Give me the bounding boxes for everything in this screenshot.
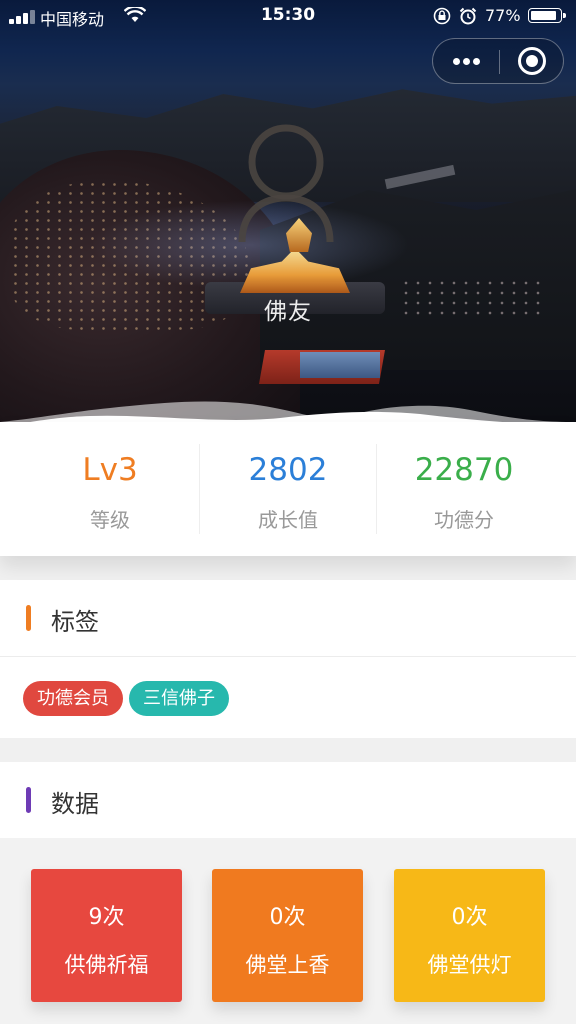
orientation-lock-icon: [433, 7, 451, 25]
tile-count: 0次: [451, 905, 488, 930]
banner-wave-decoration: [0, 401, 576, 422]
section-title: 数据: [51, 790, 99, 818]
stat-label: 功德分: [434, 508, 494, 532]
stat-level[interactable]: Lv3 等级: [22, 422, 198, 556]
section-accent-bar: [26, 605, 31, 631]
alarm-icon: [459, 7, 477, 25]
battery-percent: 77%: [485, 6, 521, 25]
stat-growth[interactable]: 2802 成长值: [200, 422, 376, 556]
stat-label: 等级: [90, 508, 130, 532]
stats-card: Lv3 等级 2802 成长值 22870 功德分: [0, 422, 576, 556]
data-tile[interactable]: 9次 供佛祈福: [31, 869, 182, 1002]
section-accent-bar: [26, 787, 31, 813]
data-tile[interactable]: 0次 佛堂供灯: [394, 869, 545, 1002]
status-bar: 中国移动 15:30 77%: [0, 0, 576, 32]
stat-merit[interactable]: 22870 功德分: [376, 422, 552, 556]
data-tiles: 9次 供佛祈福 0次 佛堂上香 0次 佛堂供灯: [0, 838, 576, 1024]
data-section-header: 数据: [0, 762, 576, 838]
section-title: 标签: [51, 608, 99, 636]
tags-section-header: 标签: [0, 580, 576, 656]
stat-value: 22870: [414, 452, 514, 488]
stat-value: 2802: [248, 452, 328, 488]
background-lights-right: [400, 278, 540, 318]
tag-chip[interactable]: 三信佛子: [129, 681, 229, 716]
tile-name: 供佛祈福: [64, 953, 149, 977]
user-avatar-icon[interactable]: [234, 118, 338, 242]
more-dots-icon[interactable]: [433, 39, 499, 83]
tags-list: 功德会员 三信佛子: [0, 656, 576, 738]
stat-value: Lv3: [82, 452, 138, 488]
close-miniprogram-icon[interactable]: [500, 39, 564, 83]
battery-icon: [528, 8, 566, 23]
tag-chip[interactable]: 功德会员: [23, 681, 123, 716]
tile-count: 9次: [88, 905, 125, 930]
tile-name: 佛堂上香: [245, 953, 330, 977]
user-nickname: 佛友: [264, 299, 312, 325]
stat-label: 成长值: [258, 508, 318, 532]
tile-name: 佛堂供灯: [427, 953, 512, 977]
data-tile[interactable]: 0次 佛堂上香: [212, 869, 363, 1002]
miniprogram-capsule: [432, 38, 564, 84]
background-blue-roof: [300, 352, 380, 378]
tile-count: 0次: [269, 905, 306, 930]
